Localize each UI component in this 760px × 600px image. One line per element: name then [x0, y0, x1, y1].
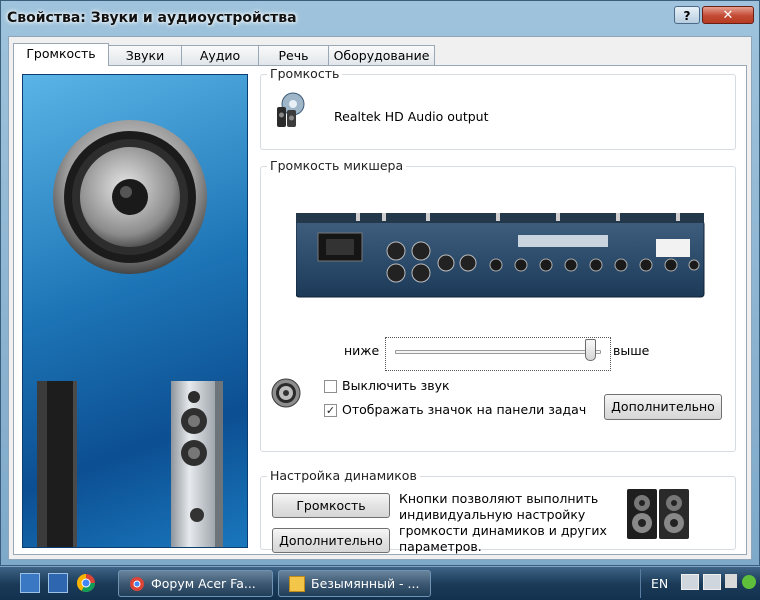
audio-device-icon: [277, 92, 305, 127]
security-shield-icon[interactable]: [742, 575, 756, 589]
speaker-volume-button[interactable]: Громкость: [272, 493, 390, 518]
volume-tab-panel: Громкость Realtek HD Audio output Громко…: [13, 65, 747, 555]
speaker-advanced-button[interactable]: Дополнительно: [272, 528, 390, 553]
show-tray-icon-checkbox[interactable]: ✓: [324, 404, 337, 417]
volume-group: Громкость Realtek HD Audio output: [260, 66, 736, 150]
action-center-icon[interactable]: [703, 574, 721, 590]
volume-slider-track[interactable]: [395, 350, 601, 354]
tab-hardware[interactable]: Оборудование: [328, 45, 435, 65]
dialog-client-area: Громкость Звуки Аудио Речь Оборудование: [8, 36, 752, 560]
language-indicator[interactable]: EN: [651, 576, 668, 591]
system-tray: EN: [640, 569, 759, 598]
speaker-description: Кнопки позволяют выполнить индивидуальну…: [399, 491, 607, 554]
speakers-artwork: [22, 74, 248, 548]
network-icon[interactable]: [681, 574, 699, 590]
properties-window: Свойства: Звуки и аудиоустройства ? ✕ Гр…: [0, 0, 760, 566]
speaker-pair-icon: [627, 489, 689, 539]
task-label: Форум Acer Fa...: [151, 576, 256, 591]
volume-group-title: Громкость: [267, 66, 343, 81]
explorer-quicklaunch-icon[interactable]: [48, 573, 68, 593]
speaker-group-title: Настройка динамиков: [267, 468, 420, 483]
title-bar[interactable]: Свойства: Звуки и аудиоустройства ? ✕: [1, 1, 759, 35]
audio-device-name: Realtek HD Audio output: [334, 109, 489, 124]
mute-checkbox[interactable]: [324, 380, 337, 393]
show-desktop-icon[interactable]: [20, 573, 40, 593]
slider-high-label: выше: [613, 343, 650, 358]
chrome-icon: [130, 577, 144, 591]
mixer-advanced-button[interactable]: Дополнительно: [604, 394, 722, 420]
volume-tray-icon[interactable]: [725, 574, 737, 588]
slider-low-label: ниже: [344, 343, 380, 358]
close-button[interactable]: ✕: [702, 6, 754, 24]
taskbar: Форум Acer Fa... Безымянный - ... EN: [0, 566, 760, 600]
tab-speech[interactable]: Речь: [258, 45, 329, 65]
show-tray-icon-label[interactable]: Отображать значок на панели задач: [342, 402, 586, 417]
tab-sounds[interactable]: Звуки: [108, 45, 182, 65]
mute-label[interactable]: Выключить звук: [342, 378, 450, 393]
volume-slider-thumb[interactable]: [584, 339, 596, 361]
taskbar-task-forum[interactable]: Форум Acer Fa...: [118, 570, 273, 597]
paint-icon: [289, 576, 305, 592]
help-button[interactable]: ?: [674, 6, 700, 24]
window-title: Свойства: Звуки и аудиоустройства: [7, 10, 297, 26]
mixer-group-title: Громкость микшера: [267, 158, 407, 173]
checkmark-icon: ✓: [325, 404, 336, 417]
tab-audio[interactable]: Аудио: [181, 45, 259, 65]
volume-slider-focus: [385, 337, 611, 371]
taskbar-task-untitled[interactable]: Безымянный - ...: [278, 570, 431, 597]
task-label: Безымянный - ...: [311, 576, 420, 591]
speaker-volume-icon: [271, 378, 301, 408]
chrome-quicklaunch-icon[interactable]: [76, 573, 96, 593]
speaker-settings-group: Настройка динамиков Громкость Дополнител…: [260, 468, 736, 554]
mixer-panel-image: [296, 213, 705, 298]
speaker-illustration: [37, 120, 223, 547]
tab-volume[interactable]: Громкость: [13, 43, 109, 66]
mixer-volume-group: Громкость микшера ниже выше Выключить зв…: [260, 158, 736, 452]
